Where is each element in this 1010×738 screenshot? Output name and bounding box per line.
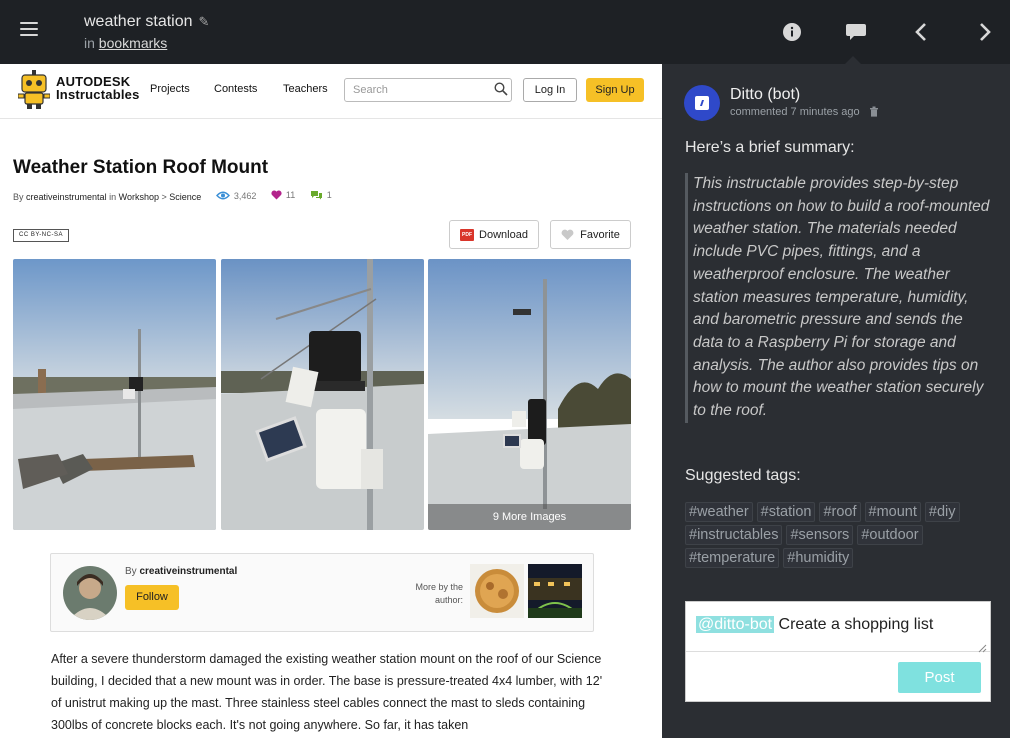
summary-quote: This instructable provides step-by-step … [685, 173, 991, 423]
pencil-icon[interactable]: ✎ [199, 14, 210, 30]
bot-avatar[interactable] [684, 85, 720, 121]
heart-outline-icon [561, 229, 574, 240]
post-button[interactable]: Post [898, 662, 981, 693]
nav-contests[interactable]: Contests [214, 83, 257, 95]
chevron-right-icon[interactable] [973, 20, 997, 44]
location-prefix: in [84, 35, 95, 51]
comment-composer: @ditto-bot Create a shopping list Post [685, 601, 991, 702]
nav-teachers[interactable]: Teachers [283, 83, 328, 95]
trash-icon[interactable] [869, 106, 879, 120]
site-header: AUTODESK Instructables Projects Contests… [0, 64, 662, 119]
download-label: Download [479, 228, 528, 241]
pdf-icon: PDF [460, 228, 475, 241]
tag-weather[interactable]: #weather [685, 502, 753, 522]
search-icon[interactable] [494, 82, 508, 96]
card-author-link[interactable]: creativeinstrumental [139, 566, 237, 577]
author-project-thumb-1[interactable] [470, 564, 524, 618]
tag-humidity[interactable]: #humidity [783, 548, 854, 568]
views-count: 3,462 [233, 190, 257, 201]
follow-button[interactable]: Follow [125, 585, 179, 610]
download-button[interactable]: PDF Download [449, 220, 539, 249]
comment-icon[interactable] [844, 20, 868, 44]
tag-temperature[interactable]: #temperature [685, 548, 780, 568]
comments-stat: 1 [310, 190, 332, 200]
favorites-count: 11 [285, 190, 296, 200]
webpage-view: AUTODESK Instructables Projects Contests… [0, 64, 662, 738]
hamburger-menu-icon[interactable] [20, 22, 38, 38]
author-card: By creativeinstrumental Follow More by t… [50, 553, 594, 632]
views-stat: 3,462 [215, 190, 257, 201]
instructables-robot-logo[interactable] [17, 70, 51, 110]
category-link[interactable]: Workshop [119, 192, 159, 202]
author-link[interactable]: creativeinstrumental [26, 192, 107, 202]
tag-sensors[interactable]: #sensors [786, 525, 854, 545]
card-by-label: By [125, 566, 137, 577]
location-line: in bookmarks [84, 35, 209, 51]
instructables-wordmark[interactable]: AUTODESK Instructables [56, 75, 140, 101]
favorite-label: Favorite [580, 228, 620, 241]
byline-separator: > [161, 192, 167, 202]
project-photo-3[interactable]: 9 More Images [428, 259, 631, 530]
more-images-overlay[interactable]: 9 More Images [428, 504, 631, 530]
favorite-button[interactable]: Favorite [550, 220, 631, 249]
comment-textarea[interactable]: @ditto-bot Create a shopping list [686, 602, 990, 652]
comment-panel: Ditto (bot) commented 7 minutes ago Here… [662, 64, 1010, 738]
title-area: weather station ✎ in bookmarks [84, 13, 209, 51]
favorites-stat: 11 [271, 190, 295, 200]
author-avatar[interactable] [63, 566, 117, 620]
comments-icon [310, 191, 322, 200]
active-tab-caret [845, 56, 861, 64]
tag-roof[interactable]: #roof [819, 502, 861, 522]
tag-diy[interactable]: #diy [924, 502, 960, 522]
signup-button[interactable]: Sign Up [586, 78, 644, 102]
project-photo-2[interactable] [221, 259, 424, 530]
tags-heading: Suggested tags: [685, 467, 801, 484]
tag-instructables[interactable]: #instructables [685, 525, 783, 545]
ditto-logo-icon [695, 96, 709, 110]
article-title: Weather Station Roof Mount [13, 157, 269, 178]
tag-station[interactable]: #station [756, 502, 816, 522]
search-input[interactable]: Search [344, 78, 512, 102]
more-by-label: More by the author: [415, 582, 463, 605]
tag-outdoor[interactable]: #outdoor [857, 525, 923, 545]
comment-time: commented 7 minutes ago [730, 106, 860, 118]
resize-handle-icon[interactable] [977, 640, 987, 658]
article-body: After a severe thunderstorm damaged the … [51, 652, 603, 732]
heart-icon [271, 190, 282, 200]
page-title[interactable]: weather station ✎ [84, 13, 209, 31]
subcategory-link[interactable]: Science [169, 192, 201, 202]
top-bar: weather station ✎ in bookmarks [0, 0, 1010, 64]
comment-text: Create a shopping list [774, 616, 934, 633]
page-title-text: weather station [84, 13, 193, 30]
byline-in: in [109, 192, 117, 202]
login-button[interactable]: Log In [523, 78, 577, 102]
card-byline: By creativeinstrumental [125, 566, 237, 577]
byline-by: By [13, 192, 24, 202]
mention-chip: @ditto-bot [696, 616, 775, 633]
comments-count: 1 [326, 190, 332, 200]
author-project-thumb-2[interactable] [528, 564, 582, 618]
bot-name: Ditto (bot) [730, 86, 801, 103]
chevron-left-icon[interactable] [909, 20, 933, 44]
eye-icon [215, 191, 230, 200]
project-photo-1[interactable] [13, 259, 216, 530]
article-byline: By creativeinstrumental in Workshop > Sc… [13, 190, 332, 202]
bookmarks-link[interactable]: bookmarks [99, 35, 167, 51]
license-badge[interactable]: CC BY-NC-SA [13, 229, 69, 242]
nav-projects[interactable]: Projects [150, 83, 190, 95]
logo-line-2: Instructables [56, 87, 140, 102]
suggested-tags: #weather #station #roof #mount #diy #ins… [685, 502, 995, 571]
info-icon[interactable] [780, 20, 804, 44]
comment-meta: commented 7 minutes ago [730, 106, 879, 120]
summary-heading: Here’s a brief summary: [685, 139, 855, 156]
tag-mount[interactable]: #mount [864, 502, 921, 522]
